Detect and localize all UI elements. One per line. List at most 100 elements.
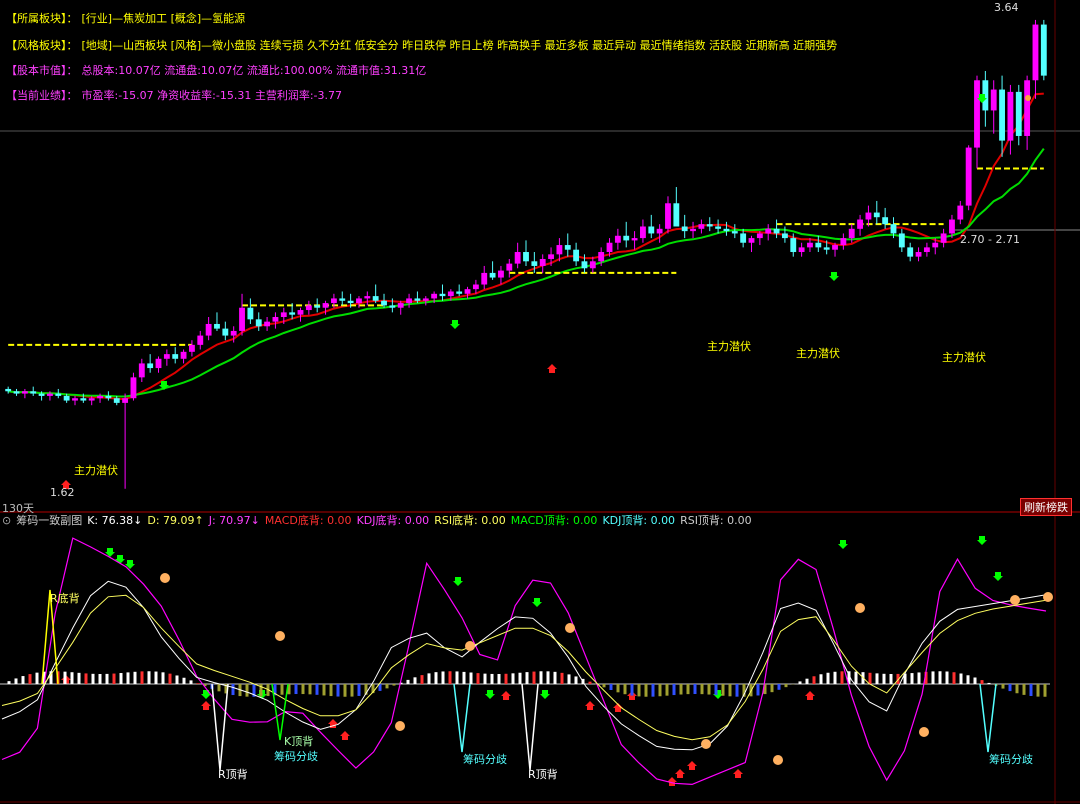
sector-label: 【所属板块】： (6, 12, 78, 25)
kdj-top-value: KDJ顶背: 0.00 (602, 514, 676, 527)
signal-down-arrow-icon (540, 690, 550, 699)
candle-body (623, 235, 630, 241)
candle-body (706, 224, 713, 227)
signal-down-arrow-icon (485, 690, 495, 699)
candle-body (289, 312, 296, 315)
candle-body (556, 245, 563, 255)
candle-body (381, 300, 387, 306)
rsi-bottom-value: RSI底背: 0.00 (434, 514, 506, 527)
candle-body (272, 317, 279, 322)
candle-body (974, 80, 980, 148)
candle-body (940, 233, 947, 243)
signal-up-arrow-icon (733, 769, 743, 778)
candle-body (781, 233, 788, 239)
candle-body (422, 298, 429, 301)
candle-body (155, 358, 162, 369)
candle-body (389, 305, 396, 308)
candle-body (5, 388, 12, 392)
signal-up-arrow-icon (201, 701, 211, 710)
signal-down-arrow-icon (993, 572, 1003, 581)
capital-label: 【股本市值】： (6, 64, 78, 77)
main-force-annotation: 主力潜伏 (796, 347, 840, 360)
candle-body (80, 398, 87, 401)
candle-body (823, 247, 830, 250)
candle-body (314, 305, 321, 308)
collapse-icon[interactable]: ⊙ (2, 514, 11, 527)
candle-body (339, 298, 346, 301)
candle-body (898, 233, 905, 248)
indicator-name[interactable]: 筹码一致副图 (16, 514, 82, 527)
candle-body (322, 303, 329, 308)
candle-body (447, 291, 454, 297)
candle-body (740, 233, 747, 243)
signal-down-arrow-icon (532, 598, 542, 607)
kline-chart-canvas[interactable] (0, 0, 1080, 804)
candle-body (180, 351, 187, 359)
candle-body (798, 247, 805, 253)
r-top-label: R顶背 (528, 768, 558, 781)
candle-body (790, 238, 797, 253)
perf-label: 【当前业绩】： (6, 89, 78, 102)
candle-body (573, 249, 580, 262)
candle-body (665, 203, 671, 229)
macd-top-value: MACD顶背: 0.00 (510, 514, 598, 527)
candle-body (63, 395, 70, 401)
candle-body (47, 393, 53, 396)
candle-body (656, 228, 663, 234)
candle-body (715, 226, 722, 229)
capital-info-row: 【股本市值】： 总股本:10.07亿 流通盘:10.07亿 流通比:100.00%… (6, 62, 426, 78)
kdj-bottom-value: KDJ底背: 0.00 (356, 514, 430, 527)
candle-body (230, 330, 237, 336)
candle-body (172, 354, 179, 359)
candle-body (147, 363, 154, 369)
candle-body (606, 242, 613, 253)
candle-body (564, 245, 571, 250)
hand-pointer-icon (160, 573, 170, 583)
style-label: 【风格板块】： (6, 39, 78, 52)
indicator-header: ⊙ 筹码一致副图 K: 76.38↓ D: 79.09↑ J: 70.97↓ MACD底背… (0, 512, 1080, 528)
candle-body (38, 393, 45, 396)
signal-down-arrow-icon (977, 536, 987, 545)
perf-text: 市盈率:-15.07 净资收益率:-15.31 主营利润率:-3.77 (81, 89, 343, 102)
main-force-annotation: 主力潜伏 (707, 340, 751, 353)
candle-body (631, 238, 638, 241)
candle-body (397, 303, 404, 308)
candle-body (539, 258, 546, 266)
candle-body (531, 261, 538, 266)
candle-body (489, 272, 496, 278)
candle-body (1024, 80, 1031, 136)
signal-down-arrow-icon (201, 690, 211, 699)
chip-divergence-label: 筹码分歧 (274, 750, 318, 763)
indicator-subchart[interactable] (0, 537, 1053, 786)
candle-body (214, 323, 220, 329)
high-price-label: 3.64 (994, 1, 1019, 14)
hand-pointer-icon (275, 631, 285, 641)
candle-body (807, 242, 813, 248)
candle-body (882, 217, 889, 225)
signal-up-arrow-icon (687, 761, 697, 770)
candle-body (305, 305, 312, 311)
candle-body (640, 226, 646, 239)
d-value: D: 79.09↑ (147, 514, 204, 527)
perf-info-row: 【当前业绩】： 市盈率:-15.07 净资收益率:-15.31 主营利润率:-3.… (6, 87, 342, 103)
candle-body (523, 252, 529, 262)
candle-body (681, 226, 688, 232)
candle-body (907, 247, 914, 257)
hand-pointer-icon (701, 739, 711, 749)
k-top-label: K顶背 (284, 735, 314, 748)
signal-up-arrow-icon (585, 701, 595, 710)
rsi-top-value: RSI顶背: 0.00 (680, 514, 752, 527)
j-value: J: 70.97↓ (208, 514, 260, 527)
candle-body (923, 247, 930, 253)
hand-pointer-icon (919, 727, 929, 737)
low-price-label: 1.62 (50, 486, 75, 499)
candle-body (97, 395, 103, 399)
main-force-annotation: 主力潜伏 (942, 351, 986, 364)
candle-body (949, 219, 955, 234)
candle-body (205, 323, 212, 336)
hand-pointer-icon (395, 721, 405, 731)
divergence-spike (521, 683, 539, 771)
candle-body (832, 245, 838, 250)
sector-text: [行业]—焦炭加工 [概念]—氢能源 (81, 12, 246, 25)
candle-body (105, 395, 112, 399)
